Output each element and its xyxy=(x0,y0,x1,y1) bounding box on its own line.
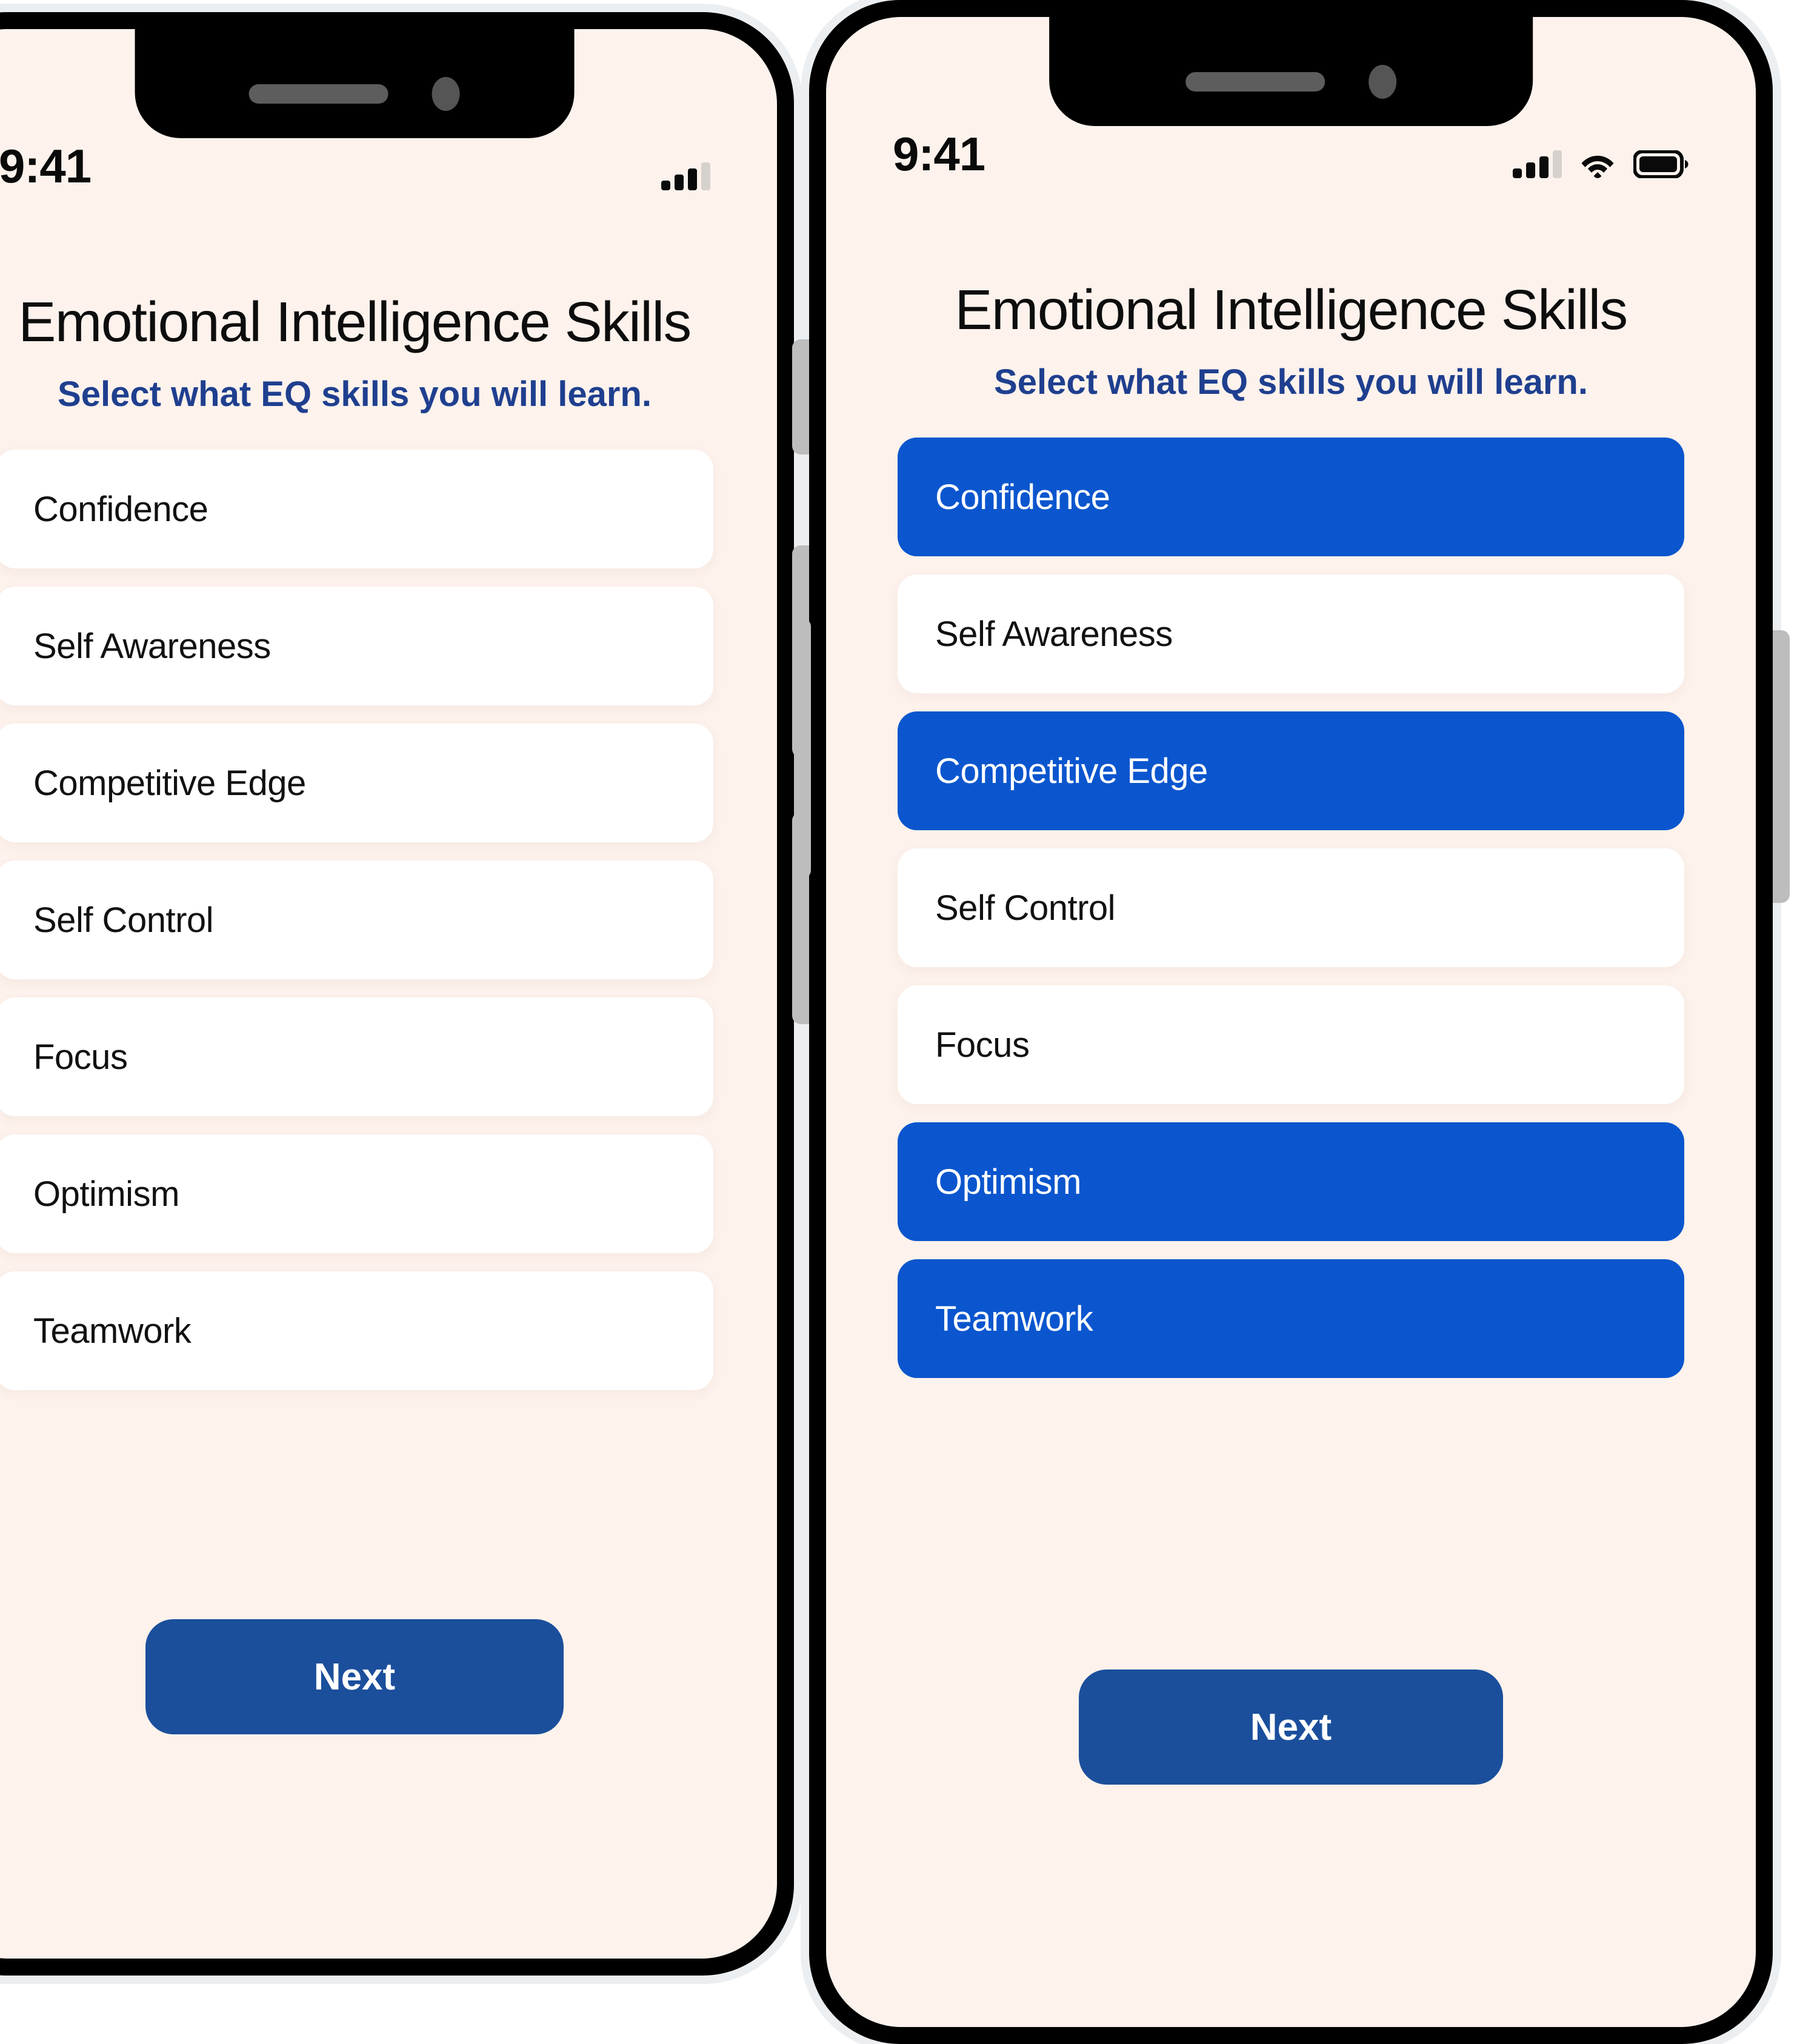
battery-icon xyxy=(1633,150,1689,178)
power-button-left-phone[interactable] xyxy=(794,618,811,879)
skill-option-confidence[interactable]: Confidence xyxy=(898,438,1684,556)
cellular-signal-icon xyxy=(661,162,710,190)
skill-label: Optimism xyxy=(935,1162,1081,1202)
skill-label: Optimism xyxy=(33,1174,179,1214)
mute-switch-button-right-phone[interactable] xyxy=(792,339,809,454)
skill-label: Teamwork xyxy=(33,1311,192,1351)
skill-label: Focus xyxy=(935,1025,1030,1065)
skill-option-self-control[interactable]: Self Control xyxy=(898,848,1684,967)
skill-option-optimism[interactable]: Optimism xyxy=(0,1134,713,1253)
phone-screen-right: 9:41 Emotional Intelligence Skills Selec… xyxy=(826,17,1756,2027)
next-button-area-right: Next xyxy=(826,1669,1756,2027)
skill-option-self-awareness[interactable]: Self Awareness xyxy=(898,574,1684,693)
skill-option-teamwork[interactable]: Teamwork xyxy=(898,1259,1684,1378)
skill-option-focus[interactable]: Focus xyxy=(0,997,713,1116)
status-time: 9:41 xyxy=(893,127,985,181)
phone-screen-left: 9:41 Emotional Intelligence Skills Selec… xyxy=(0,29,777,1959)
skill-label: Teamwork xyxy=(935,1299,1093,1339)
next-button[interactable]: Next xyxy=(1079,1669,1503,1785)
status-bar-left-phone: 9:41 xyxy=(0,29,777,211)
page-title: Emotional Intelligence Skills xyxy=(18,290,692,353)
skill-label: Self Awareness xyxy=(935,614,1173,654)
mockup-stage: 9:41 Emotional Intelligence Skills Selec… xyxy=(0,0,1817,2044)
skill-label: Self Control xyxy=(935,888,1116,928)
skill-option-self-awareness[interactable]: Self Awareness xyxy=(0,587,713,705)
app-content-right: Emotional Intelligence Skills Select wha… xyxy=(826,17,1756,2027)
skill-label: Confidence xyxy=(33,489,208,529)
power-button-right-phone[interactable] xyxy=(1773,630,1790,903)
next-button-area-left: Next xyxy=(0,1619,777,1959)
status-icons-right-phone xyxy=(1513,150,1689,178)
skill-list-left: Confidence Self Awareness Competitive Ed… xyxy=(0,450,777,1390)
page-subtitle: Select what EQ skills you will learn. xyxy=(994,362,1588,402)
skill-label: Competitive Edge xyxy=(935,751,1208,791)
skill-option-self-control[interactable]: Self Control xyxy=(0,861,713,979)
skill-option-teamwork[interactable]: Teamwork xyxy=(0,1271,713,1390)
skill-option-focus[interactable]: Focus xyxy=(898,985,1684,1104)
cellular-signal-icon xyxy=(1513,150,1562,178)
skill-label: Self Awareness xyxy=(33,626,271,666)
skill-label: Competitive Edge xyxy=(33,763,306,803)
status-icons-left-phone xyxy=(661,162,710,190)
skill-option-optimism[interactable]: Optimism xyxy=(898,1122,1684,1241)
page-subtitle: Select what EQ skills you will learn. xyxy=(58,375,652,414)
skill-label: Focus xyxy=(33,1037,128,1077)
skill-option-confidence[interactable]: Confidence xyxy=(0,450,713,568)
skill-label: Confidence xyxy=(935,477,1110,517)
skill-label: Self Control xyxy=(33,900,214,940)
phone-mockup-left: 9:41 Emotional Intelligence Skills Selec… xyxy=(0,12,811,1976)
app-content-left: Emotional Intelligence Skills Select wha… xyxy=(0,29,777,1959)
next-button[interactable]: Next xyxy=(145,1619,564,1734)
phone-mockup-right: 9:41 Emotional Intelligence Skills Selec… xyxy=(792,0,1790,2044)
skill-option-competitive-edge[interactable]: Competitive Edge xyxy=(898,711,1684,830)
skill-option-competitive-edge[interactable]: Competitive Edge xyxy=(0,724,713,842)
status-bar-right-phone: 9:41 xyxy=(826,17,1756,199)
status-time: 9:41 xyxy=(0,139,92,193)
page-title: Emotional Intelligence Skills xyxy=(955,278,1628,341)
wifi-icon xyxy=(1581,156,1614,178)
skill-list-right: Confidence Self Awareness Competitive Ed… xyxy=(826,438,1756,1378)
